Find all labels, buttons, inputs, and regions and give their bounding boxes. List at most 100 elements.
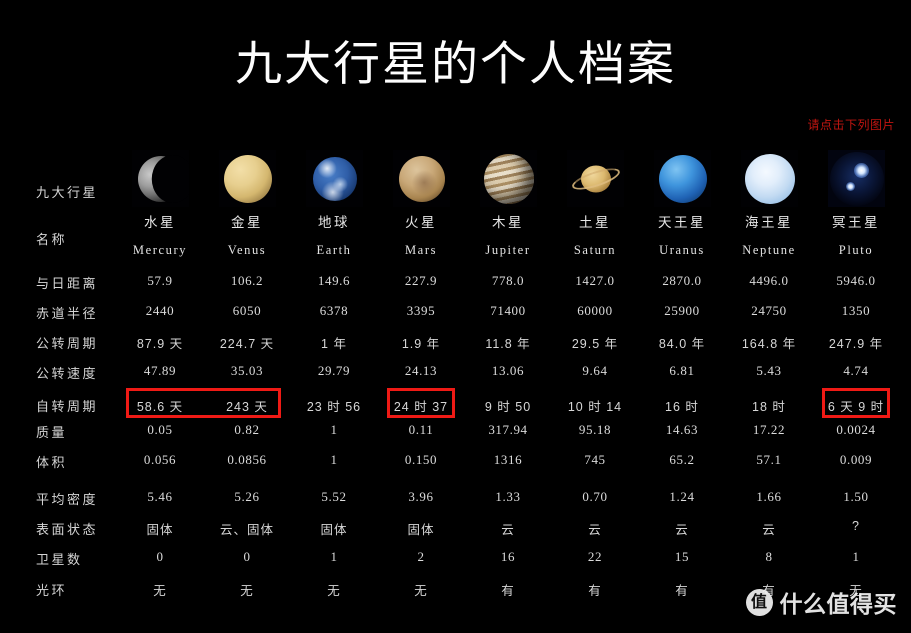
orbital_period-cell-5: 29.5 年 [571,337,619,351]
neptune-planet-icon[interactable] [741,150,798,207]
mars-disc [398,155,445,202]
mercury-shade [151,154,189,203]
neptune-disc [744,153,795,204]
distance-cell-3: 227.9 [404,273,438,288]
satellites-cell-8: 1 [852,549,860,564]
mass-cell-0: 0.05 [147,422,173,437]
density-cell-4: 1.33 [495,489,521,504]
planet-name-en-3: Mars [404,243,438,257]
mass-cell-4: 317.94 [488,422,528,437]
volume-cell-5: 745 [584,452,606,467]
rotation-cell-4: 9 时 50 [484,400,532,414]
row-label-12: 光环 [36,583,68,598]
surface-cell-5: 云 [588,523,602,537]
volume-cell-7: 57.1 [756,452,782,467]
planet-name-cn-0: 水星 [144,215,176,230]
planet-name-cn-1: 金星 [231,215,263,230]
planet-name-en-5: Saturn [573,243,617,257]
orbital_period-cell-1: 224.7 天 [219,337,275,351]
orbital_speed-cell-3: 24.13 [404,363,438,378]
mass-cell-6: 14.63 [665,422,699,437]
density-cell-7: 1.66 [756,489,782,504]
surface-cell-2: 固体 [320,523,348,537]
venus-disc [223,154,272,203]
planet-name-cn-3: 火星 [405,215,437,230]
orbital_speed-cell-2: 29.79 [317,363,351,378]
planet-name-cn-2: 地球 [318,215,350,230]
jupiter-planet-icon[interactable] [480,150,537,207]
row-label-8: 体积 [36,455,68,470]
row-label-6: 自转周期 [36,399,99,414]
volume-cell-8: 0.009 [839,452,873,467]
radius-cell-1: 6050 [232,303,262,318]
rotation-cell-0: 58.6 天 [136,400,184,414]
planet-name-cn-8: 冥王星 [832,215,880,230]
pluto-star2 [846,182,855,191]
volume-cell-0: 0.056 [143,452,177,467]
surface-cell-4: 云 [501,523,515,537]
mercury-planet-icon[interactable] [132,150,189,207]
watermark-text: 什么值得买 [779,591,897,617]
saturn-planet-icon[interactable] [567,150,624,207]
radius-cell-2: 6378 [319,303,349,318]
planet-name-cn-6: 天王星 [658,215,706,230]
row-label-0: 九大行星 [36,185,99,200]
earth-disc [312,156,357,201]
mass-cell-2: 1 [330,422,338,437]
radius-cell-5: 60000 [577,303,613,318]
row-label-7: 质量 [36,425,68,440]
row-label-5: 公转速度 [36,366,99,381]
satellites-cell-3: 2 [417,549,425,564]
surface-cell-0: 固体 [146,523,174,537]
mass-cell-1: 0.82 [234,422,260,437]
uranus-planet-icon[interactable] [654,150,711,207]
distance-cell-1: 106.2 [230,273,264,288]
rotation-cell-8: 6 天 9 时 [827,400,885,414]
orbital_period-cell-7: 164.8 年 [741,337,797,351]
orbital_period-cell-2: 1 年 [321,337,347,351]
rings-cell-6: 有 [675,584,689,598]
rings-cell-0: 无 [153,584,167,598]
rotation-cell-5: 10 时 14 [567,400,623,414]
planet-name-cn-5: 土星 [579,215,611,230]
planet-name-en-1: Venus [227,243,267,257]
surface-cell-8: ? [852,519,860,533]
orbital_speed-cell-7: 5.43 [756,363,782,378]
planet-name-en-8: Pluto [838,243,874,257]
orbital_speed-cell-6: 6.81 [669,363,695,378]
row-label-1: 名称 [36,232,68,247]
rotation-cell-3: 24 时 37 [393,400,449,414]
jupiter-disc [483,153,534,204]
pluto-planet-icon[interactable] [828,150,885,207]
density-cell-5: 0.70 [582,489,608,504]
watermark: 值 什么值得买 [745,585,898,619]
planet-name-cn-4: 木星 [492,215,524,230]
volume-cell-6: 65.2 [669,452,695,467]
distance-cell-6: 2870.0 [662,273,702,288]
orbital_speed-cell-8: 4.74 [843,363,869,378]
row-label-10: 表面状态 [36,522,99,537]
density-cell-6: 1.24 [669,489,695,504]
satellites-cell-2: 1 [330,549,338,564]
density-cell-3: 3.96 [408,489,434,504]
page-title: 九大行星的个人档案 [235,37,676,90]
surface-cell-6: 云 [675,523,689,537]
radius-cell-6: 25900 [664,303,700,318]
mars-planet-icon[interactable] [393,150,450,207]
rings-cell-5: 有 [588,584,602,598]
satellites-cell-1: 0 [243,549,251,564]
density-cell-2: 5.52 [321,489,347,504]
earth-planet-icon[interactable] [306,150,363,207]
orbital_speed-cell-1: 35.03 [230,363,264,378]
surface-cell-7: 云 [762,523,776,537]
mass-cell-7: 17.22 [752,422,786,437]
row-label-3: 赤道半径 [36,306,99,321]
pluto-star1 [854,163,869,178]
venus-planet-icon[interactable] [219,150,276,207]
radius-cell-3: 3395 [406,303,436,318]
satellites-cell-6: 15 [674,549,690,564]
distance-cell-5: 1427.0 [575,273,615,288]
satellites-cell-0: 0 [156,549,164,564]
mass-cell-3: 0.11 [408,422,434,437]
satellites-cell-7: 8 [765,549,773,564]
